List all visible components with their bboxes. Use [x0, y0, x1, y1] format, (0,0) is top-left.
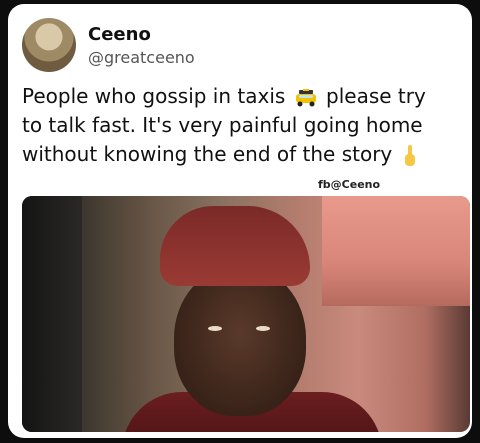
car-window [322, 196, 470, 306]
post-text-line1b: please try [326, 84, 426, 108]
avatar[interactable] [22, 18, 76, 72]
author-name[interactable]: Ceeno [88, 24, 151, 45]
car-seat [22, 196, 82, 432]
watermark: fb@Ceeno [318, 178, 381, 191]
author-handle[interactable]: @greatceeno [88, 48, 195, 67]
index-finger-icon [404, 144, 415, 166]
hat [160, 206, 310, 286]
face [174, 266, 306, 416]
left-eye [208, 326, 222, 331]
post-text-line2: to talk fast. It's very painful going ho… [22, 113, 423, 137]
post-text: People who gossip in taxis please try to… [22, 82, 462, 169]
taxi-icon [295, 88, 316, 106]
post-text-line3: without knowing the end of the story [22, 142, 393, 166]
post-card: Ceeno @greatceeno People who gossip in t… [8, 4, 472, 438]
right-eye [256, 326, 270, 331]
post-text-line1a: People who gossip in taxis [22, 84, 286, 108]
post-image[interactable] [22, 196, 470, 432]
